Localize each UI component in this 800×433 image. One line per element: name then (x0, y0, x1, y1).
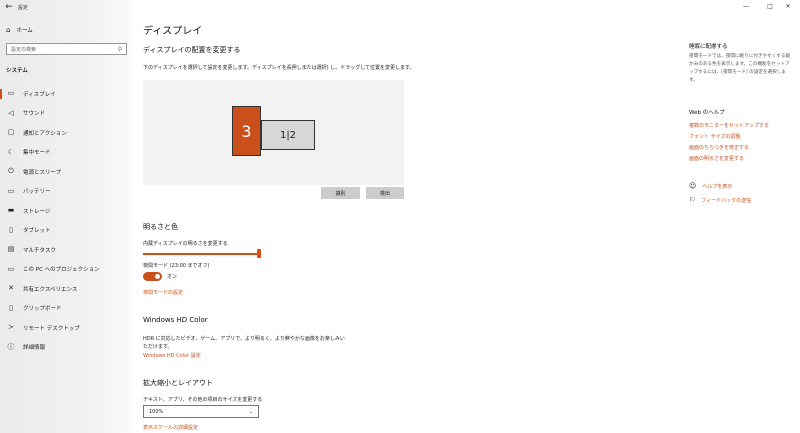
display-arrangement[interactable]: 3 1|2 (143, 80, 404, 185)
sidebar-item-label: ディスプレイ (23, 91, 56, 98)
nightlight-toggle[interactable] (143, 272, 162, 281)
sidebar-item-label: クリップボード (23, 306, 62, 313)
hd-color-description: HDR に対応したビデオ、ゲーム、アプリで、より明るく、より鮮やかな画像をお楽し… (143, 336, 345, 350)
sidebar-item-label: タブレット (23, 228, 51, 235)
right-pane: 睡眠に配慮する 夜間モードでは、夜間に眠りに付きやすくする暖かみのある色を表示し… (689, 0, 794, 433)
sidebar-item-focus[interactable]: ☾ 集中モード (0, 143, 133, 163)
brightness-title: 明るさと色 (143, 223, 178, 231)
home-label: ホーム (16, 28, 33, 34)
sidebar-item-label: 集中モード (23, 150, 51, 157)
arrange-title: ディスプレイの配置を変更する (143, 46, 241, 54)
sidebar-item-label: この PC へのプロジェクション (23, 267, 100, 274)
app-title: 設定 (18, 4, 29, 11)
sidebar-item-power[interactable]: ⏻ 電源とスリープ (0, 162, 133, 182)
get-help-label: ヘルプを表示 (702, 183, 733, 190)
minimize-button[interactable]: — (734, 0, 758, 12)
sidebar-item-shared[interactable]: ✕ 共有エクスペリエンス (0, 279, 133, 299)
arrange-description: 下のディスプレイを選択して設定を変更します。ディスプレイを長押しまたは選択) し… (143, 65, 415, 71)
battery-icon: ▭ (7, 186, 15, 195)
feedback-label: フィードバックの送信 (701, 197, 752, 204)
sidebar-item-about[interactable]: ⓘ 詳細情報 (0, 338, 133, 358)
back-arrow-icon[interactable]: ← (0, 2, 18, 12)
storage-icon: ▬ (7, 206, 15, 215)
monitor-3[interactable]: 3 (232, 106, 261, 156)
tablet-icon: ▯ (9, 225, 13, 234)
sidebar-item-storage[interactable]: ▬ ストレージ (0, 201, 133, 221)
toggle-state: オン (167, 274, 178, 280)
sidebar-item-display[interactable]: ▭ ディスプレイ (0, 84, 133, 104)
sidebar-item-label: ストレージ (23, 208, 51, 215)
scale-label: テキスト、アプリ、その他の項目のサイズを変更する (143, 397, 263, 403)
sidebar-item-label: マルチタスク (23, 247, 57, 254)
sidebar-item-projection[interactable]: ▭ この PC へのプロジェクション (0, 260, 133, 280)
scale-value: 100% (149, 408, 164, 415)
sidebar-item-multitask[interactable]: ▤ マルチタスク (0, 240, 133, 260)
page-title: ディスプレイ (143, 26, 203, 37)
home-icon: ⌂ (6, 26, 11, 34)
help-link-multiple-monitors[interactable]: 複数のモニターをセットアップする (689, 122, 769, 129)
sidebar-item-label: バッテリー (23, 189, 51, 196)
projection-icon: ▭ (7, 264, 15, 273)
web-help-title: Web のヘルプ (689, 110, 725, 116)
detect-button[interactable]: 検出 (366, 187, 404, 199)
scale-title: 拡大縮小とレイアウト (143, 379, 213, 387)
nightlight-settings-link[interactable]: 夜間モードの設定 (143, 289, 183, 296)
sidebar-item-sound[interactable]: ◁ サウンド (0, 104, 133, 124)
notification-icon: ▢ (7, 128, 15, 137)
help-link-brightness[interactable]: 画面の明るさを変更する (689, 155, 744, 162)
help-link-flicker[interactable]: 画面のちらつきを修正する (689, 144, 749, 151)
sidebar-item-label: 詳細情報 (23, 345, 46, 352)
home-link[interactable]: ⌂ ホーム (6, 26, 33, 34)
hd-color-title: Windows HD Color (143, 316, 208, 324)
brightness-label: 内蔵ディスプレイの明るさを変更する (143, 241, 228, 247)
chat-icon: ☺ (689, 182, 697, 190)
info-icon: ⓘ (7, 342, 15, 351)
power-icon: ⏻ (8, 167, 14, 176)
speaker-icon: ◁ (8, 108, 14, 117)
sidebar-item-remote[interactable]: ≻ リモート デスクトップ (0, 318, 133, 338)
feedback-icon: ⚐ (689, 196, 696, 204)
get-help-link[interactable]: ☺ ヘルプを表示 (689, 182, 732, 190)
search-placeholder: 設定の検索 (11, 46, 37, 53)
identify-button[interactable]: 識別 (321, 187, 360, 199)
sidebar-item-label: リモート デスクトップ (23, 325, 80, 332)
scale-select[interactable]: 100% ⌄ (143, 405, 259, 418)
section-title: システム (6, 68, 28, 74)
brightness-slider[interactable] (143, 253, 259, 255)
chevron-down-icon: ⌄ (248, 408, 253, 415)
clipboard-icon: ▯ (9, 303, 13, 312)
feedback-link[interactable]: ⚐ フィードバックの送信 (689, 196, 751, 204)
sleep-title: 睡眠に配慮する (689, 44, 728, 50)
sidebar: ← 設定 ⌂ ホーム 設定の検索 ⚲ システム ▭ ディスプレイ ◁ サウンド ▢ 通… (0, 0, 133, 433)
main-content: ディスプレイ ディスプレイの配置を変更する 下のディスプレイを選択して設定を変更… (143, 0, 663, 433)
share-icon: ✕ (8, 284, 14, 293)
monitor-1-2[interactable]: 1|2 (261, 120, 315, 150)
sleep-text: 夜間モードでは、夜間に眠りに付きやすくする暖かみのある色を表示します。この機能を… (689, 54, 791, 83)
nav-list: ▭ ディスプレイ ◁ サウンド ▢ 通知とアクション ☾ 集中モード ⏻ 電源とスリープ … (0, 84, 133, 357)
sidebar-item-label: 通知とアクション (23, 130, 67, 137)
sidebar-item-label: 電源とスリープ (23, 169, 62, 176)
search-input[interactable]: 設定の検索 ⚲ (6, 43, 127, 55)
sidebar-item-tablet[interactable]: ▯ タブレット (0, 221, 133, 241)
sidebar-item-notifications[interactable]: ▢ 通知とアクション (0, 123, 133, 143)
sidebar-item-label: 共有エクスペリエンス (23, 286, 78, 293)
remote-icon: ≻ (8, 323, 14, 332)
title-bar: ← 設定 (0, 0, 133, 14)
advanced-scaling-link[interactable]: 表示スケールの詳細設定 (143, 424, 198, 431)
nightlight-label: 夜間モード (23:00 までオフ) (143, 263, 210, 269)
search-icon[interactable]: ⚲ (118, 46, 122, 53)
help-link-font-size[interactable]: フォント サイズの調整 (689, 133, 740, 140)
moon-icon: ☾ (7, 147, 15, 156)
sidebar-item-label: サウンド (23, 111, 46, 118)
hd-color-settings-link[interactable]: Windows HD Color 設定 (143, 352, 201, 359)
sidebar-item-clipboard[interactable]: ▯ クリップボード (0, 299, 133, 319)
multitask-icon: ▤ (7, 245, 15, 254)
monitor-icon: ▭ (7, 89, 15, 98)
sidebar-item-battery[interactable]: ▭ バッテリー (0, 182, 133, 202)
close-button[interactable]: ✕ (776, 0, 800, 12)
brightness-slider-thumb[interactable] (257, 249, 261, 258)
